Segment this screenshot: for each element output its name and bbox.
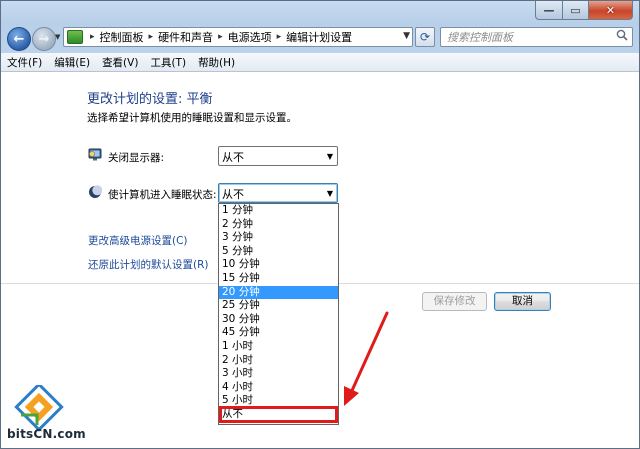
moon-sleep-icon	[89, 185, 102, 198]
forward-arrow-icon: →	[38, 31, 50, 47]
refresh-icon: ⟳	[419, 30, 431, 44]
window-caption-buttons: — ▭ ✕	[535, 1, 633, 20]
breadcrumb-hardware-sound[interactable]: 硬件和声音	[158, 29, 213, 45]
sleep-option[interactable]: 45 分钟	[219, 326, 338, 340]
breadcrumb-power-options[interactable]: 电源选项	[228, 29, 272, 45]
page-subtitle: 选择希望计算机使用的睡眠设置和显示设置。	[87, 112, 297, 124]
turn-off-display-value: 从不	[222, 151, 244, 164]
recent-pages-chevron-icon[interactable]: ▼	[55, 33, 60, 41]
page-title: 更改计划的设置: 平衡	[87, 92, 213, 107]
chevron-down-icon: ▼	[326, 189, 333, 198]
breadcrumb-separator-icon[interactable]: ▸	[218, 32, 223, 42]
control-panel-icon	[67, 30, 83, 44]
menu-file[interactable]: 文件(F)	[1, 55, 48, 70]
menu-tools[interactable]: 工具(T)	[144, 55, 192, 70]
sleep-option[interactable]: 30 分钟	[219, 313, 338, 327]
breadcrumb-separator-icon[interactable]: ▸	[149, 32, 154, 42]
watermark-text: bitsCN.com	[7, 427, 86, 441]
content-area: 更改计划的设置: 平衡 选择希望计算机使用的睡眠设置和显示设置。 关闭显示器: …	[1, 72, 639, 448]
menu-help[interactable]: 帮助(H)	[192, 55, 241, 70]
sleep-value: 从不	[222, 188, 244, 201]
turn-off-display-label: 关闭显示器:	[108, 152, 165, 164]
refresh-button[interactable]: ⟳	[415, 27, 435, 47]
sleep-select[interactable]: 从不 ▼	[218, 183, 338, 203]
minimize-button[interactable]: —	[535, 1, 563, 20]
monitor-icon	[88, 148, 102, 161]
sleep-option[interactable]: 2 分钟	[219, 218, 338, 232]
sleep-option[interactable]: 10 分钟	[219, 258, 338, 272]
cancel-button[interactable]: 取消	[494, 292, 551, 311]
forward-button[interactable]: →	[32, 27, 56, 51]
search-icon[interactable]	[616, 29, 628, 41]
sleep-option[interactable]: 2 小时	[219, 354, 338, 368]
breadcrumb-control-panel[interactable]: 控制面板	[100, 29, 144, 45]
sleep-options-list[interactable]: 1 分钟 2 分钟 3 分钟 5 分钟 10 分钟 15 分钟 20 分钟 25…	[218, 203, 339, 425]
sleep-option[interactable]: 3 小时	[219, 367, 338, 381]
close-button[interactable]: ✕	[589, 1, 633, 20]
address-bar[interactable]: ▸ 控制面板 ▸ 硬件和声音 ▸ 电源选项 ▸ 编辑计划设置 ▼	[63, 27, 413, 47]
address-history-chevron-icon[interactable]: ▼	[403, 31, 410, 41]
sleep-option[interactable]: 3 分钟	[219, 231, 338, 245]
search-box[interactable]	[440, 27, 633, 47]
back-arrow-icon: ←	[13, 31, 25, 47]
breadcrumb-separator-icon[interactable]: ▸	[90, 32, 95, 42]
back-button[interactable]: ←	[7, 27, 31, 51]
sleep-option[interactable]: 4 小时	[219, 381, 338, 395]
menu-view[interactable]: 查看(V)	[96, 55, 144, 70]
chevron-down-icon: ▼	[326, 152, 333, 161]
breadcrumb-edit-plan-settings[interactable]: 编辑计划设置	[286, 29, 352, 45]
menu-edit[interactable]: 编辑(E)	[48, 55, 96, 70]
control-panel-window: — ▭ ✕ ← → ▼ ▸ 控制面板 ▸ 硬件和声音 ▸ 电源选项 ▸ 编辑计划…	[0, 0, 640, 449]
save-changes-button[interactable]: 保存修改	[422, 292, 487, 311]
menu-bar: 文件(F) 编辑(E) 查看(V) 工具(T) 帮助(H)	[1, 53, 639, 72]
sleep-label: 使计算机进入睡眠状态:	[108, 189, 217, 201]
breadcrumb-separator-icon[interactable]: ▸	[277, 32, 282, 42]
turn-off-display-select[interactable]: 从不 ▼	[218, 146, 338, 166]
maximize-button[interactable]: ▭	[563, 1, 589, 20]
restore-defaults-link[interactable]: 还原此计划的默认设置(R)	[88, 257, 209, 272]
advanced-power-settings-link[interactable]: 更改高级电源设置(C)	[88, 233, 188, 248]
sleep-option[interactable]: 15 分钟	[219, 272, 338, 286]
sleep-option[interactable]: 5 分钟	[219, 245, 338, 259]
sleep-option[interactable]: 1 分钟	[219, 204, 338, 218]
annotation-highlight-box	[219, 406, 338, 423]
search-input[interactable]	[441, 28, 623, 46]
sleep-option[interactable]: 1 小时	[219, 340, 338, 354]
sleep-option-highlighted[interactable]: 20 分钟	[219, 285, 338, 300]
sleep-option[interactable]: 25 分钟	[219, 299, 338, 313]
